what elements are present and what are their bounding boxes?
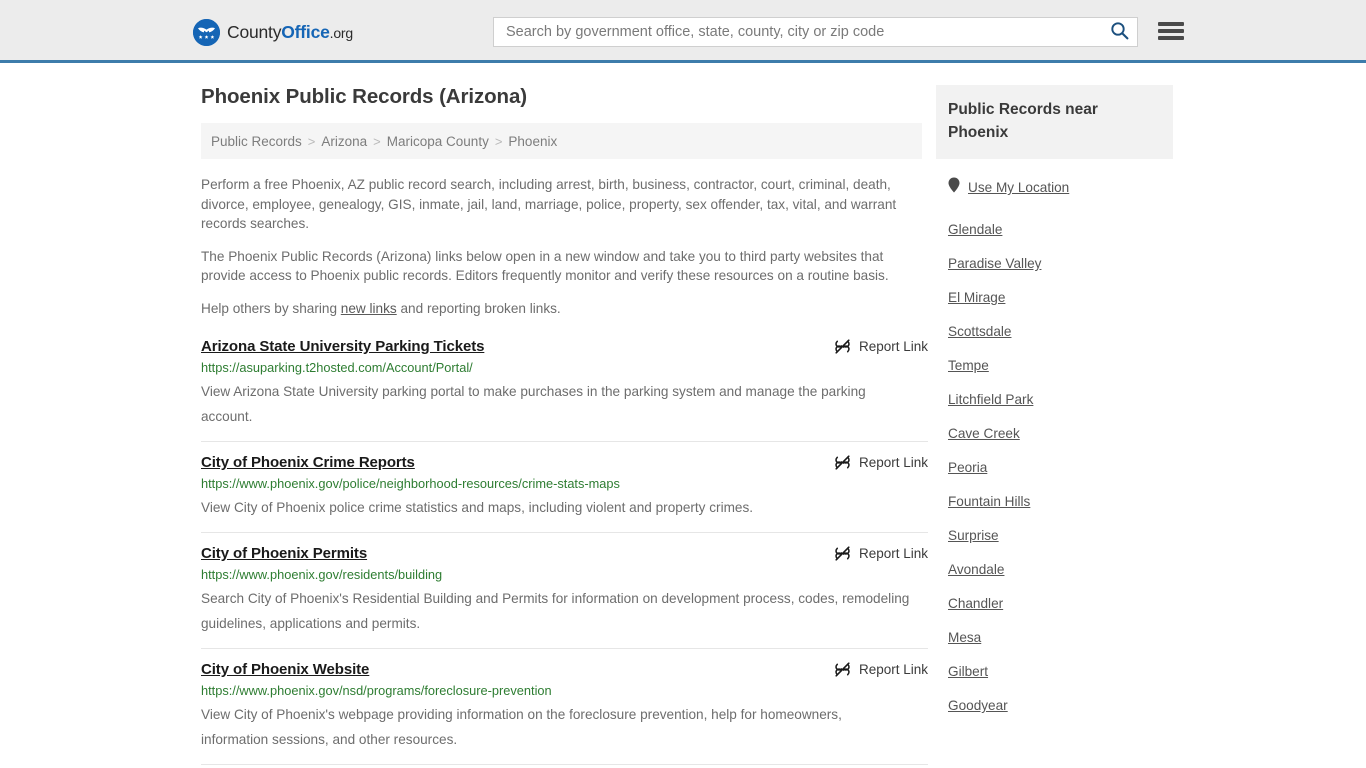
main-column: Phoenix Public Records (Arizona) Public … [193,63,931,765]
map-pin-icon [948,177,960,198]
report-link-label: Report Link [858,661,928,677]
share-links-paragraph: Help others by sharing new links and rep… [201,299,915,319]
nearby-city-link-mesa[interactable]: Mesa [936,620,1173,654]
sidebar: Public Records near Phoenix Use My Locat… [936,63,1173,765]
breadcrumb-item-phoenix[interactable]: Phoenix [508,134,557,149]
nearby-city-link-avondale[interactable]: Avondale [936,552,1173,586]
nearby-city-link-peoria[interactable]: Peoria [936,450,1173,484]
new-links-link[interactable]: new links [341,301,397,316]
broken-link-icon [834,661,851,678]
nearby-city-link-el-mirage[interactable]: El Mirage [936,280,1173,314]
nearby-city-link-fountain-hills[interactable]: Fountain Hills [936,484,1173,518]
nearby-city-item: El Mirage [936,280,1173,314]
nearby-cities-list: Glendale Paradise Valley El Mirage Scottsda… [936,212,1173,722]
nearby-city-link-litchfield-park[interactable]: Litchfield Park [936,382,1173,416]
hamburger-menu-icon[interactable] [1158,20,1184,42]
result-title-link[interactable]: City of Phoenix Crime Reports [201,454,415,471]
nearby-city-item: Avondale [936,552,1173,586]
result-item: City of Phoenix Crime Reports https://www… [201,442,928,533]
report-link-button[interactable]: Report Link [834,661,928,678]
hamburger-bar [1158,29,1184,33]
nearby-city-link-chandler[interactable]: Chandler [936,586,1173,620]
nearby-city-item: Paradise Valley [936,246,1173,280]
sidebar-heading: Public Records near Phoenix [948,101,1098,141]
page-body: Phoenix Public Records (Arizona) Public … [0,63,1366,765]
site-logo-text: CountyOffice.org [227,21,354,42]
broken-link-icon [834,338,851,355]
use-my-location-label: Use My Location [968,180,1070,195]
breadcrumb: Public Records > Arizona > Maricopa County > P… [201,123,922,159]
sidebar-header: Public Records near Phoenix [936,85,1173,159]
page-title: Phoenix Public Records (Arizona) [201,85,527,108]
result-title-link[interactable]: Arizona State University Parking Tickets [201,338,484,355]
nearby-city-item: Cave Creek [936,416,1173,450]
result-item: Arizona State University Parking Tickets… [201,332,928,442]
result-item: City of Phoenix Website https://www.phoen… [201,649,928,765]
result-item: City of Phoenix Permits https://www.phoen… [201,533,928,649]
nearby-city-item: Glendale [936,212,1173,246]
search-button[interactable] [1101,18,1137,46]
nearby-city-link-glendale[interactable]: Glendale [936,212,1173,246]
report-link-label: Report Link [858,454,928,470]
result-description: View City of Phoenix's webpage providing… [201,706,842,747]
nearby-city-item: Gilbert [936,654,1173,688]
content-wrapper: Phoenix Public Records (Arizona) Public … [193,63,1173,765]
broken-link-icon [834,545,851,562]
logo-text-office: Office [281,21,330,42]
result-url[interactable]: https://asuparking.t2hosted.com/Account/… [201,360,928,375]
breadcrumb-item-public-records[interactable]: Public Records [211,134,302,149]
result-url[interactable]: https://www.phoenix.gov/nsd/programs/for… [201,683,928,698]
report-link-button[interactable]: Report Link [834,454,928,471]
nearby-city-link-goodyear[interactable]: Goodyear [936,688,1173,722]
nearby-city-item: Mesa [936,620,1173,654]
breadcrumb-separator: > [494,133,503,149]
result-url[interactable]: https://www.phoenix.gov/police/neighborh… [201,476,928,491]
intro-paragraph-1: Perform a free Phoenix, AZ public record… [201,177,897,232]
logo-text-org: .org [329,24,354,41]
nearby-city-link-paradise-valley[interactable]: Paradise Valley [936,246,1173,280]
result-title-link[interactable]: City of Phoenix Website [201,661,369,678]
breadcrumb-item-arizona[interactable]: Arizona [321,134,367,149]
result-description: View Arizona State University parking po… [201,383,866,424]
search-input[interactable] [494,18,1101,46]
search-bar[interactable] [493,17,1138,47]
nearby-city-item: Litchfield Park [936,382,1173,416]
eagle-shield-logo-icon [193,19,220,46]
hamburger-bar [1158,36,1184,40]
broken-link-icon [834,454,851,471]
report-link-button[interactable]: Report Link [834,338,928,355]
nearby-city-item: Scottsdale [936,314,1173,348]
report-link-button[interactable]: Report Link [834,545,928,562]
site-logo[interactable]: CountyOffice.org [193,19,353,46]
site-header: CountyOffice.org [0,0,1366,63]
result-description: Search City of Phoenix's Residential Bui… [201,590,910,631]
result-description: View City of Phoenix police crime statis… [201,499,754,515]
results-list: Arizona State University Parking Tickets… [201,332,928,765]
breadcrumb-separator: > [307,133,316,149]
intro-paragraph-2: The Phoenix Public Records (Arizona) lin… [201,248,889,284]
nearby-city-link-tempe[interactable]: Tempe [936,348,1173,382]
breadcrumb-separator: > [373,133,381,149]
result-title-link[interactable]: City of Phoenix Permits [201,545,367,562]
share-prefix-text: Help others by sharing [201,300,341,316]
logo-text-county: County [227,21,282,42]
nearby-city-link-cave-creek[interactable]: Cave Creek [936,416,1173,450]
nearby-city-link-scottsdale[interactable]: Scottsdale [936,314,1173,348]
nearby-city-item: Chandler [936,586,1173,620]
hamburger-bar [1158,22,1184,26]
nearby-city-item: Tempe [936,348,1173,382]
nearby-city-item: Surprise [936,518,1173,552]
nearby-city-item: Goodyear [936,688,1173,722]
nearby-city-item: Fountain Hills [936,484,1173,518]
search-icon [1110,21,1129,43]
report-link-label: Report Link [858,338,928,354]
share-suffix-text: and reporting broken links. [396,300,561,316]
nearby-city-link-surprise[interactable]: Surprise [936,518,1173,552]
nearby-city-link-gilbert[interactable]: Gilbert [936,654,1173,688]
breadcrumb-item-maricopa-county[interactable]: Maricopa County [387,134,489,149]
result-url[interactable]: https://www.phoenix.gov/residents/buildi… [201,567,928,582]
use-my-location-button[interactable]: Use My Location [948,177,1173,198]
nearby-city-item: Peoria [936,450,1173,484]
report-link-label: Report Link [858,545,928,561]
